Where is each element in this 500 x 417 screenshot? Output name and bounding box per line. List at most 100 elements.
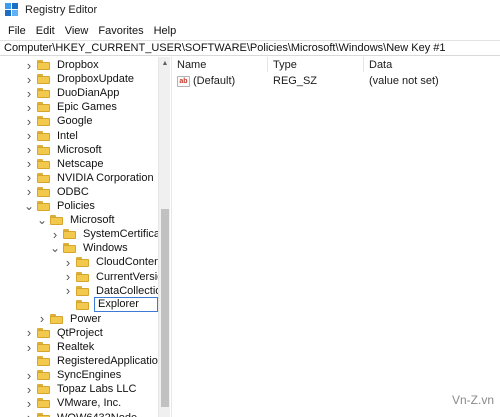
column-header-name[interactable]: Name bbox=[172, 57, 268, 72]
title-bar: Registry Editor bbox=[0, 0, 500, 20]
tree-item[interactable]: › QtProject bbox=[0, 325, 158, 340]
folder-icon bbox=[37, 130, 50, 141]
folder-icon bbox=[37, 116, 50, 127]
registry-editor-icon bbox=[5, 3, 19, 17]
chevron-down-icon[interactable]: ⌄ bbox=[50, 241, 60, 255]
chevron-right-icon[interactable]: › bbox=[24, 142, 34, 157]
tree-item[interactable]: › Netscape bbox=[0, 156, 158, 171]
folder-icon bbox=[37, 412, 50, 417]
chevron-right-icon[interactable]: › bbox=[63, 283, 73, 298]
tree-item[interactable]: › Topaz Labs LLC bbox=[0, 382, 158, 397]
tree-item[interactable]: › DropboxUpdate bbox=[0, 72, 158, 87]
folder-icon bbox=[37, 88, 50, 99]
tree-item-label: Microsoft bbox=[57, 143, 102, 156]
chevron-right-icon[interactable]: › bbox=[24, 396, 34, 411]
folder-icon bbox=[37, 342, 50, 352]
tree-item[interactable]: › Microsoft bbox=[0, 142, 158, 157]
watermark: Vn-Z.vn bbox=[451, 393, 494, 407]
chevron-right-icon[interactable]: › bbox=[24, 100, 34, 115]
tree-item[interactable]: › Intel bbox=[0, 128, 158, 143]
menu-edit[interactable]: Edit bbox=[31, 25, 60, 37]
chevron-right-icon[interactable]: › bbox=[24, 114, 34, 129]
tree-item-label: VMware, Inc. bbox=[57, 397, 122, 410]
chevron-right-icon[interactable]: › bbox=[24, 382, 34, 397]
scroll-up-icon[interactable]: ▲ bbox=[159, 57, 171, 69]
folder-icon bbox=[37, 398, 50, 409]
chevron-right-icon[interactable]: › bbox=[24, 368, 34, 383]
window-title: Registry Editor bbox=[25, 4, 98, 16]
folder-icon bbox=[76, 285, 89, 296]
values-list: Name Type Data ab (Default) REG_SZ (valu… bbox=[172, 57, 500, 417]
menu-favorites[interactable]: Favorites bbox=[93, 25, 148, 37]
tree-item[interactable]: RegisteredApplications bbox=[0, 354, 170, 368]
folder-icon bbox=[37, 384, 50, 395]
tree-item-label: Topaz Labs LLC bbox=[57, 383, 137, 396]
tree-item-label: Microsoft bbox=[70, 214, 115, 227]
tree-item[interactable]: › Power bbox=[0, 311, 158, 326]
tree-item[interactable]: ⌄ Microsoft bbox=[0, 213, 158, 227]
tree-item[interactable]: › Dropbox bbox=[0, 58, 158, 73]
tree-item[interactable]: › WOW6432Node bbox=[0, 410, 158, 417]
tree-item[interactable]: › CurrentVersion bbox=[0, 269, 170, 284]
chevron-right-icon[interactable]: › bbox=[24, 325, 34, 340]
tree-item-label: Epic Games bbox=[57, 101, 117, 114]
chevron-right-icon[interactable]: › bbox=[24, 410, 34, 417]
chevron-right-icon[interactable]: › bbox=[24, 170, 34, 185]
tree-item-label: RegisteredApplications bbox=[57, 355, 170, 368]
tree-item-label: Power bbox=[70, 312, 102, 325]
menu-file[interactable]: File bbox=[3, 25, 31, 37]
tree-item-label: WOW6432Node bbox=[55, 412, 139, 417]
tree-item[interactable]: ⌄ Windows bbox=[0, 241, 158, 255]
chevron-right-icon[interactable]: › bbox=[37, 311, 47, 326]
tree-item[interactable]: › SystemCertificates bbox=[0, 227, 170, 242]
chevron-right-icon[interactable]: › bbox=[24, 340, 34, 355]
value-type: REG_SZ bbox=[273, 75, 318, 87]
chevron-right-icon[interactable]: › bbox=[63, 269, 73, 284]
tree-item[interactable]: › DuoDianApp bbox=[0, 86, 158, 101]
chevron-down-icon[interactable]: ⌄ bbox=[37, 213, 47, 227]
menu-help[interactable]: Help bbox=[149, 25, 182, 37]
value-data: (value not set) bbox=[369, 75, 439, 87]
tree-item[interactable]: › VMware, Inc. bbox=[0, 396, 158, 411]
chevron-right-icon[interactable]: › bbox=[24, 128, 34, 143]
menu-view[interactable]: View bbox=[60, 25, 94, 37]
chevron-right-icon[interactable]: › bbox=[63, 255, 73, 270]
value-name: (Default) bbox=[193, 75, 236, 87]
tree-item-label: ODBC bbox=[57, 185, 89, 198]
tree-item[interactable]: › Realtek bbox=[0, 340, 158, 355]
tree-item-label: DropboxUpdate bbox=[57, 73, 135, 86]
tree-item-label: NVIDIA Corporation bbox=[57, 171, 154, 184]
chevron-right-icon[interactable]: › bbox=[24, 72, 34, 87]
tree-item[interactable]: Explorer bbox=[0, 297, 158, 313]
chevron-right-icon[interactable]: › bbox=[24, 58, 34, 73]
chevron-right-icon[interactable]: › bbox=[24, 86, 34, 101]
tree-item[interactable]: › NVIDIA Corporation bbox=[0, 170, 158, 185]
address-bar[interactable]: Computer\HKEY_CURRENT_USER\SOFTWARE\Poli… bbox=[0, 40, 500, 56]
tree-item[interactable]: › Google bbox=[0, 114, 158, 129]
tree-scrollbar[interactable]: ▲ bbox=[158, 57, 170, 417]
tree-item[interactable]: › SyncEngines bbox=[0, 368, 158, 383]
chevron-down-icon[interactable]: ⌄ bbox=[24, 199, 34, 213]
folder-icon bbox=[76, 257, 89, 268]
chevron-right-icon[interactable]: › bbox=[24, 184, 34, 199]
tree-item-label: DuoDianApp bbox=[57, 87, 120, 100]
folder-icon bbox=[37, 201, 50, 211]
tree-item[interactable]: › DataCollection bbox=[0, 283, 168, 298]
rename-field[interactable]: Explorer bbox=[94, 297, 158, 313]
folder-icon bbox=[37, 158, 50, 169]
chevron-right-icon[interactable]: › bbox=[50, 227, 60, 242]
column-header-data[interactable]: Data bbox=[364, 57, 500, 72]
scroll-thumb[interactable] bbox=[161, 209, 169, 407]
chevron-right-icon[interactable]: › bbox=[24, 156, 34, 171]
column-header-type[interactable]: Type bbox=[268, 57, 364, 72]
folder-icon bbox=[50, 313, 63, 324]
tree-item[interactable]: › Epic Games bbox=[0, 100, 158, 115]
value-row[interactable]: ab (Default) REG_SZ (value not set) bbox=[172, 73, 500, 89]
tree-item-label: Google bbox=[57, 115, 93, 128]
tree-item[interactable]: ⌄ Policies bbox=[0, 199, 158, 213]
folder-icon bbox=[37, 74, 50, 85]
tree-item[interactable]: › CloudContent bbox=[0, 255, 163, 270]
tree-item[interactable]: › ODBC bbox=[0, 184, 158, 199]
